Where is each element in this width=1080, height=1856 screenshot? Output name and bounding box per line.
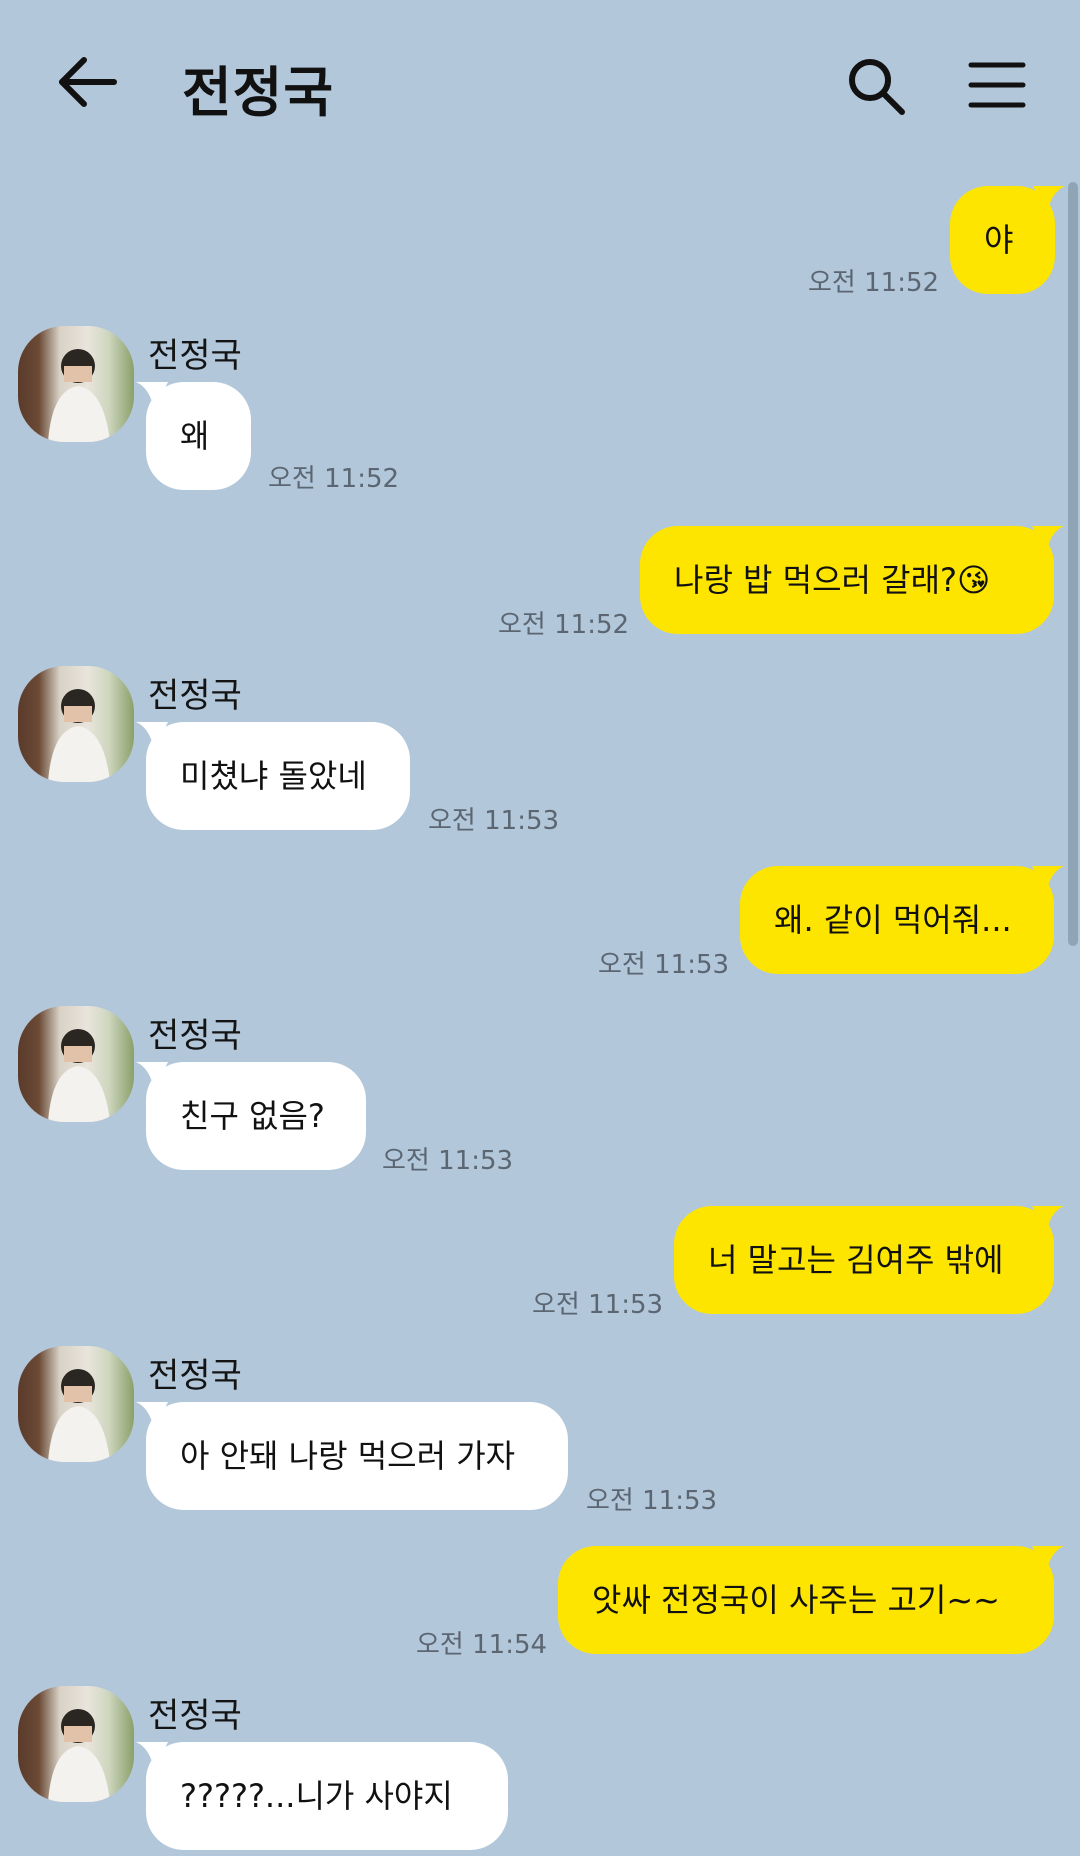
message-bubble[interactable]: ?????...니가 사야지	[146, 1742, 508, 1850]
avatar-portrait-icon	[48, 1029, 110, 1122]
message-timestamp: 오전 11:53	[382, 1146, 514, 1176]
bubble-tail	[1032, 1546, 1064, 1574]
message-text: ?????...니가 사야지	[180, 1777, 453, 1815]
bubble-tail	[136, 1062, 168, 1090]
message-text: 왜. 같이 먹어줘...	[774, 901, 1012, 939]
avatar-portrait-icon	[48, 1709, 110, 1802]
message-timestamp: 오전 11:53	[598, 950, 730, 980]
message-timestamp: 오전 11:52	[268, 464, 400, 494]
message-list[interactable]: 야 오전 11:52 전정국 왜 오전 11:52 나랑 밥 먹으러 갈래?😘 오전 11:…	[0, 0, 1080, 1856]
sender-name: 전정국	[148, 1356, 242, 1396]
avatar[interactable]	[18, 1346, 134, 1462]
message-bubble[interactable]: 너 말고는 김여주 밖에	[674, 1206, 1054, 1314]
scrollbar[interactable]	[1068, 182, 1078, 946]
message-timestamp: 오전 11:53	[428, 806, 560, 836]
sender-name: 전정국	[148, 1016, 242, 1056]
message-text: 야	[984, 221, 1014, 259]
sender-name: 전정국	[148, 1696, 242, 1736]
message-timestamp: 오전 11:52	[808, 268, 940, 298]
bubble-tail	[136, 382, 168, 410]
avatar[interactable]	[18, 1686, 134, 1802]
message-text: 아 안돼 나랑 먹으러 가자	[180, 1437, 516, 1475]
message-bubble[interactable]: 왜. 같이 먹어줘...	[740, 866, 1054, 974]
bubble-tail	[1032, 526, 1064, 554]
message-text: 미쳤냐 돌았네	[180, 757, 367, 795]
message-timestamp: 오전 11:53	[586, 1486, 718, 1516]
avatar[interactable]	[18, 666, 134, 782]
bubble-tail	[136, 722, 168, 750]
message-bubble[interactable]: 아 안돼 나랑 먹으러 가자	[146, 1402, 568, 1510]
message-timestamp: 오전 11:53	[532, 1290, 664, 1320]
bubble-tail	[136, 1742, 168, 1770]
avatar-portrait-icon	[48, 1369, 110, 1462]
message-text: 왜	[180, 417, 210, 455]
avatar[interactable]	[18, 1006, 134, 1122]
message-bubble[interactable]: 앗싸 전정국이 사주는 고기~~	[558, 1546, 1054, 1654]
message-text: 친구 없음?	[180, 1097, 325, 1135]
message-bubble[interactable]: 나랑 밥 먹으러 갈래?😘	[640, 526, 1054, 634]
bubble-tail	[136, 1402, 168, 1430]
message-text: 너 말고는 김여주 밖에	[708, 1241, 1004, 1279]
sender-name: 전정국	[148, 336, 242, 376]
message-bubble[interactable]: 미쳤냐 돌았네	[146, 722, 410, 830]
message-text: 앗싸 전정국이 사주는 고기~~	[592, 1581, 1000, 1619]
bubble-tail	[1032, 866, 1064, 894]
message-timestamp: 오전 11:54	[416, 1630, 548, 1660]
sender-name: 전정국	[148, 676, 242, 716]
avatar-portrait-icon	[48, 349, 110, 442]
avatar-portrait-icon	[48, 689, 110, 782]
message-timestamp: 오전 11:52	[498, 610, 630, 640]
avatar[interactable]	[18, 326, 134, 442]
bubble-tail	[1033, 186, 1065, 214]
message-text: 나랑 밥 먹으러 갈래?😘	[674, 561, 991, 599]
bubble-tail	[1032, 1206, 1064, 1234]
message-bubble[interactable]: 친구 없음?	[146, 1062, 366, 1170]
